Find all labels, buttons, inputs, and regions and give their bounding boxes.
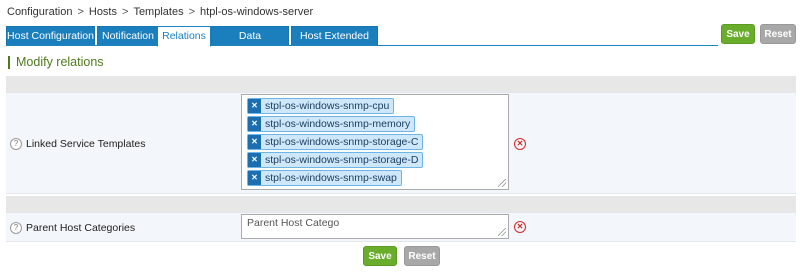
clear-selection-icon[interactable]: ✕: [514, 221, 526, 233]
clear-selection-icon[interactable]: ✕: [514, 138, 526, 150]
breadcrumb-separator: >: [77, 6, 84, 18]
selected-template-chip: ✕ stpl-os-windows-snmp-storage-C: [247, 134, 424, 150]
tab-host-extended-infos[interactable]: Host Extended Infos: [291, 26, 378, 61]
section-title: Modify relations: [8, 56, 104, 69]
resize-grip-icon[interactable]: [498, 228, 506, 236]
help-icon[interactable]: ?: [10, 138, 22, 150]
chip-label: stpl-os-windows-snmp-memory: [265, 118, 411, 130]
parent-categories-placeholder: Parent Host Catego: [247, 217, 340, 229]
selected-template-chip: ✕ stpl-os-windows-snmp-memory: [247, 116, 416, 132]
tab-host-configuration[interactable]: Host Configuration: [6, 26, 95, 45]
remove-chip-icon[interactable]: ✕: [248, 135, 261, 149]
breadcrumb-item-configuration[interactable]: Configuration: [7, 6, 72, 18]
save-button-top[interactable]: Save: [721, 24, 755, 44]
linked-templates-select[interactable]: ✕ stpl-os-windows-snmp-cpu ✕ stpl-os-windo…: [241, 94, 509, 190]
remove-chip-icon[interactable]: ✕: [248, 117, 261, 131]
selected-template-chip: ✕ stpl-os-windows-snmp-storage-D: [247, 152, 424, 168]
chip-label: stpl-os-windows-snmp-swap: [265, 172, 397, 184]
breadcrumb-item-hosts[interactable]: Hosts: [89, 6, 117, 18]
remove-chip-icon[interactable]: ✕: [248, 171, 261, 185]
row-separator-band: [6, 196, 796, 212]
parent-categories-select[interactable]: Parent Host Catego: [241, 214, 509, 239]
breadcrumb-item-templates[interactable]: Templates: [133, 6, 183, 18]
reset-button-top[interactable]: Reset: [760, 24, 796, 44]
resize-grip-icon[interactable]: [498, 179, 506, 187]
parent-categories-label: Parent Host Categories: [26, 222, 136, 234]
remove-chip-icon[interactable]: ✕: [248, 99, 261, 113]
breadcrumb-item-current: htpl-os-windows-server: [200, 6, 314, 18]
tab-relations[interactable]: Relations: [157, 26, 211, 47]
save-button-bottom[interactable]: Save: [363, 246, 397, 266]
chip-label: stpl-os-windows-snmp-storage-D: [265, 154, 419, 166]
breadcrumb-separator: >: [188, 6, 196, 18]
remove-chip-icon[interactable]: ✕: [248, 153, 261, 167]
chip-label: stpl-os-windows-snmp-storage-C: [265, 136, 419, 148]
breadcrumb: Configuration > Hosts > Templates > htpl-os-wi…: [7, 6, 313, 18]
tab-data-processing[interactable]: Data Processing: [211, 26, 289, 61]
help-icon[interactable]: ?: [10, 222, 22, 234]
section-header-band: [6, 76, 796, 92]
tab-bar: Host Configuration Notification Relation…: [6, 26, 800, 61]
breadcrumb-separator: >: [122, 6, 129, 18]
tab-notification[interactable]: Notification: [97, 26, 159, 45]
selected-template-chip: ✕ stpl-os-windows-snmp-swap: [247, 170, 402, 186]
selected-template-chip: ✕ stpl-os-windows-snmp-cpu: [247, 98, 395, 114]
reset-button-bottom[interactable]: Reset: [404, 246, 440, 266]
chip-label: stpl-os-windows-snmp-cpu: [265, 100, 390, 112]
linked-templates-label: Linked Service Templates: [26, 138, 146, 150]
